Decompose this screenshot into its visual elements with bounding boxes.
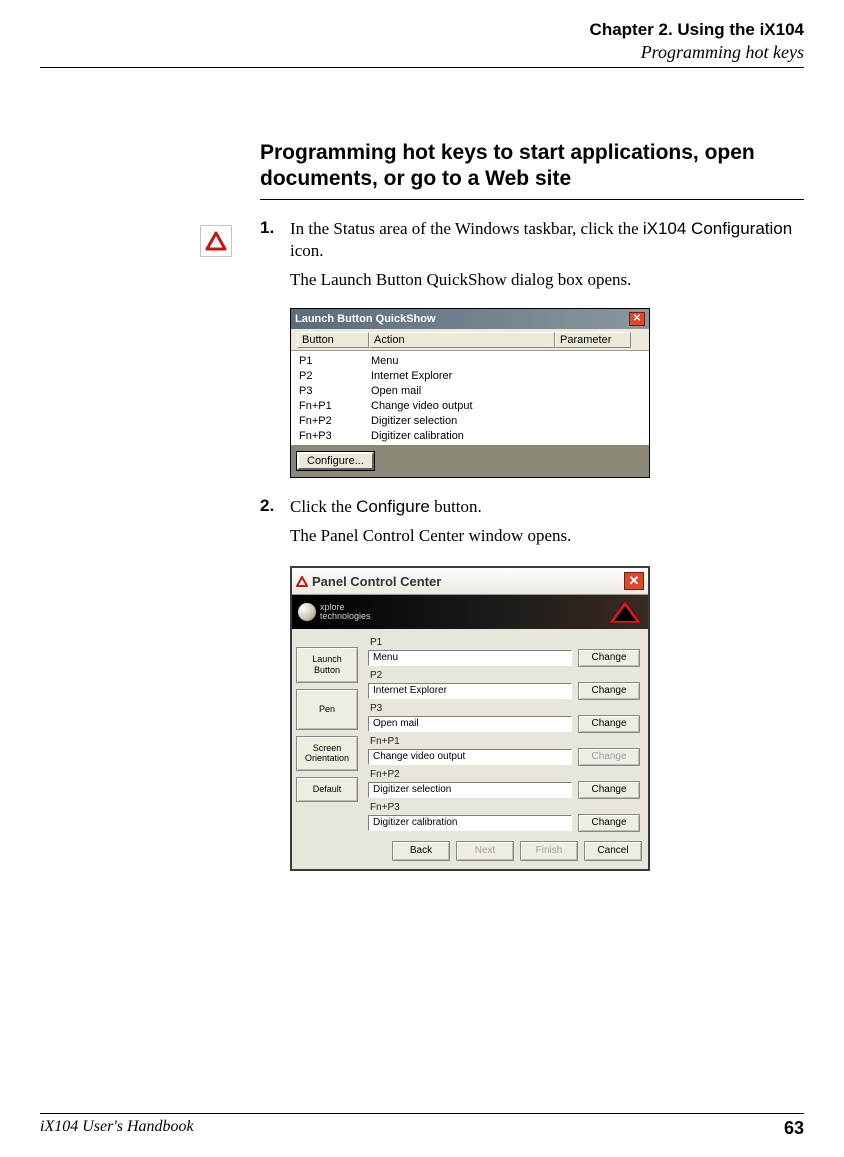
quickshow-title: Launch Button QuickShow — [295, 313, 436, 325]
step-2-result: The Panel Control Center window opens. — [290, 525, 804, 548]
footer-rule — [40, 1113, 804, 1114]
panel-control-center-window: Panel Control Center ✕ xplore technologi… — [290, 566, 650, 871]
list-item[interactable]: Fn+P1Change video output — [299, 399, 643, 414]
row-value[interactable]: Menu — [368, 650, 572, 666]
quickshow-column-headers: Button Action Parameter — [291, 329, 649, 351]
title-rule — [260, 199, 804, 200]
finish-button: Finish — [520, 841, 578, 861]
step-2: 2. Click the Configure button. The Panel… — [260, 496, 804, 554]
pcc-titlebar: Panel Control Center ✕ — [292, 568, 648, 595]
close-icon[interactable]: ✕ — [629, 312, 645, 326]
configure-button[interactable]: Configure... — [297, 452, 374, 470]
step-1: 1. In the Status area of the Windows tas… — [260, 218, 804, 299]
sidebar-item-pen[interactable]: Pen — [296, 689, 358, 730]
row-label: P2 — [368, 670, 640, 681]
header-rule — [40, 67, 804, 68]
step-1-result: The Launch Button QuickShow dialog box o… — [290, 269, 804, 292]
step-1-text-b: iX104 Configuration — [643, 219, 792, 238]
sidebar-item-default[interactable]: Default — [296, 777, 358, 802]
change-button[interactable]: Change — [578, 781, 640, 799]
row-label: P1 — [368, 637, 640, 648]
row-value[interactable]: Change video output — [368, 749, 572, 765]
col-action[interactable]: Action — [369, 332, 555, 348]
footer-handbook: iX104 User's Handbook — [40, 1118, 194, 1139]
step-1-number: 1. — [260, 218, 290, 238]
cancel-button[interactable]: Cancel — [584, 841, 642, 861]
col-parameter[interactable]: Parameter — [555, 332, 631, 348]
row-value[interactable]: Digitizer calibration — [368, 815, 572, 831]
pcc-body: Launch Button Pen Screen Orientation Def… — [292, 629, 648, 835]
step-2-text-c: button. — [430, 497, 482, 516]
change-button[interactable]: Change — [578, 814, 640, 832]
sidebar-item-launch-button[interactable]: Launch Button — [296, 647, 358, 683]
pcc-footer: Back Next Finish Cancel — [292, 835, 648, 869]
step-2-text-a: Click the — [290, 497, 356, 516]
row-label: Fn+P3 — [368, 802, 640, 813]
list-item[interactable]: P3Open mail — [299, 384, 643, 399]
quickshow-window: Launch Button QuickShow ✕ Button Action … — [290, 308, 650, 478]
row-label: Fn+P2 — [368, 769, 640, 780]
change-button[interactable]: Change — [578, 682, 640, 700]
content-area: Programming hot keys to start applicatio… — [260, 140, 804, 871]
chapter-title: Chapter 2. Using the iX104 — [40, 20, 804, 40]
step-1-body: In the Status area of the Windows taskba… — [290, 218, 804, 299]
step-2-number: 2. — [260, 496, 290, 516]
quickshow-footer: Configure... — [291, 445, 649, 477]
step-1-text-a: In the Status area of the Windows taskba… — [290, 219, 643, 238]
next-button: Next — [456, 841, 514, 861]
close-icon[interactable]: ✕ — [624, 572, 644, 590]
row-value[interactable]: Digitizer selection — [368, 782, 572, 798]
pcc-main: P1 Menu Change P2 Internet Explorer Change P… — [358, 633, 644, 835]
col-button[interactable]: Button — [297, 332, 369, 348]
step-1-text-c: icon. — [290, 241, 324, 260]
pcc-title: Panel Control Center — [312, 574, 441, 589]
list-item[interactable]: Fn+P2Digitizer selection — [299, 414, 643, 429]
pcc-banner: xplore technologies — [292, 595, 648, 629]
row-value[interactable]: Internet Explorer — [368, 683, 572, 699]
list-item[interactable]: P2Internet Explorer — [299, 369, 643, 384]
row-label: Fn+P1 — [368, 736, 640, 747]
back-button[interactable]: Back — [392, 841, 450, 861]
page-header: Chapter 2. Using the iX104 Programming h… — [40, 20, 804, 63]
list-item[interactable]: Fn+P3Digitizer calibration — [299, 429, 643, 444]
pcc-banner-text: xplore technologies — [320, 603, 371, 621]
sidebar-item-screen-orientation[interactable]: Screen Orientation — [296, 736, 358, 772]
change-button: Change — [578, 748, 640, 766]
row-value[interactable]: Open mail — [368, 716, 572, 732]
globe-icon — [298, 603, 316, 621]
triangle-icon — [606, 598, 644, 626]
step-2-text-b: Configure — [356, 497, 430, 516]
step-2-body: Click the Configure button. The Panel Co… — [290, 496, 804, 554]
page-number: 63 — [784, 1118, 804, 1139]
list-item[interactable]: P1Menu — [299, 354, 643, 369]
row-label: P3 — [368, 703, 640, 714]
page-title: Programming hot keys to start applicatio… — [260, 140, 804, 193]
page-footer: iX104 User's Handbook 63 — [40, 1113, 804, 1139]
margin-icon — [200, 225, 232, 257]
warning-triangle-icon — [296, 576, 308, 587]
change-button[interactable]: Change — [578, 715, 640, 733]
quickshow-titlebar: Launch Button QuickShow ✕ — [291, 309, 649, 329]
warning-triangle-icon — [200, 225, 232, 257]
quickshow-body: P1Menu P2Internet Explorer P3Open mail F… — [291, 351, 649, 445]
pcc-sidebar: Launch Button Pen Screen Orientation Def… — [296, 633, 358, 835]
section-title: Programming hot keys — [40, 42, 804, 63]
change-button[interactable]: Change — [578, 649, 640, 667]
